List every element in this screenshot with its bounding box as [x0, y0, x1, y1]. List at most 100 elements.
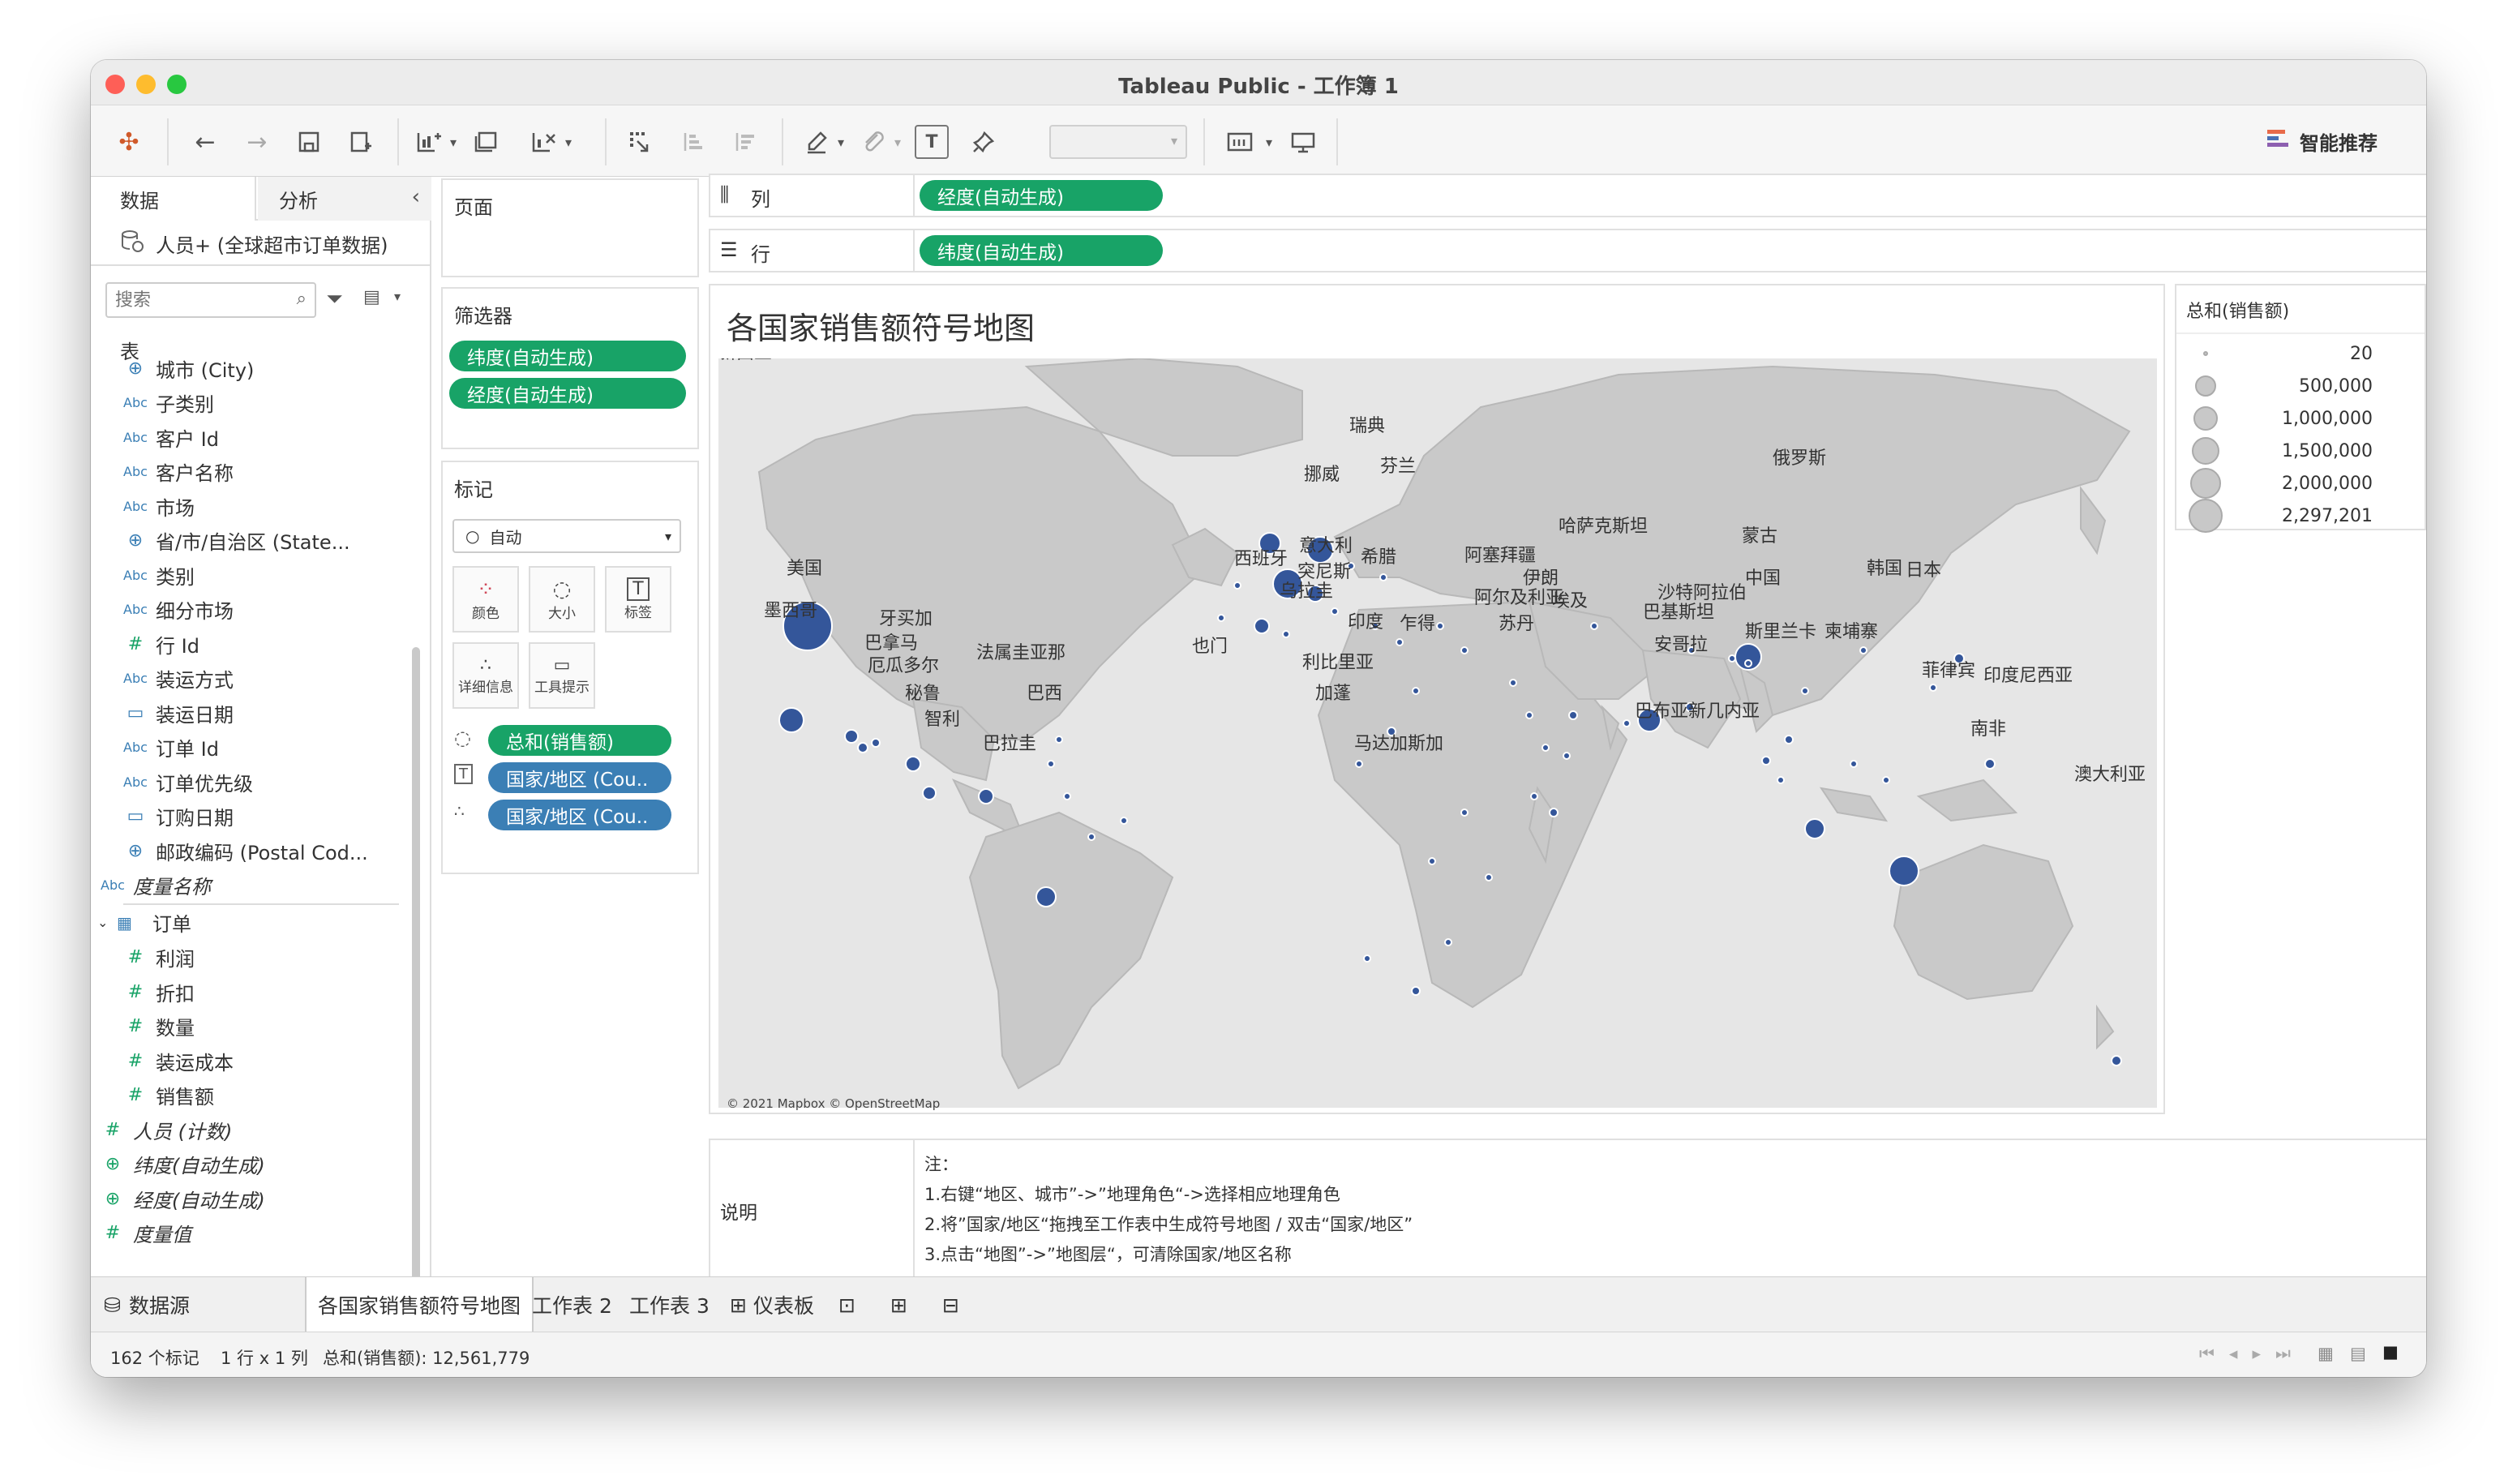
country-mark[interactable]	[1623, 719, 1631, 727]
country-mark[interactable]	[1233, 581, 1241, 590]
tab-sheet-2[interactable]: 工作表 2	[521, 1277, 624, 1332]
country-mark[interactable]	[844, 729, 859, 744]
smart-recommend-button[interactable]: 智能推荐	[2266, 127, 2378, 156]
color-button[interactable]: ⁘ 颜色	[452, 566, 519, 633]
chevron-down-icon[interactable]: ▾	[1252, 125, 1286, 159]
field-item[interactable]: ▭ 订购日期	[115, 800, 234, 833]
tab-datasource[interactable]: ⛁ 数据源	[99, 1277, 302, 1332]
country-mark[interactable]	[1590, 622, 1598, 630]
undo-icon[interactable]: ←	[188, 125, 222, 159]
pin-icon[interactable]	[967, 125, 1001, 159]
country-mark[interactable]	[1087, 833, 1096, 841]
tab-analysis[interactable]: 分析	[258, 177, 431, 221]
country-mark[interactable]	[1363, 954, 1371, 963]
chevron-down-icon[interactable]: ▾	[394, 289, 401, 304]
country-mark[interactable]	[1744, 659, 1752, 667]
new-story-tab-icon[interactable]: ⊟	[931, 1277, 971, 1332]
swap-rows-columns-icon[interactable]	[623, 125, 657, 159]
country-mark[interactable]	[1784, 735, 1794, 744]
field-item[interactable]: # 度量值	[92, 1217, 191, 1250]
save-icon[interactable]	[292, 125, 326, 159]
tableau-logo-icon[interactable]: ✣	[112, 125, 146, 159]
country-mark[interactable]	[1282, 630, 1290, 638]
view-list-icon[interactable]: ▤	[363, 287, 380, 307]
datasource-item[interactable]: 人员+ (全球超市订单数据)	[120, 229, 388, 258]
share-icon[interactable]	[1286, 125, 1320, 159]
show-sheets-grid-icon[interactable]: ▦	[2318, 1344, 2334, 1363]
filmstrip-icon[interactable]: ▤	[2350, 1344, 2366, 1363]
field-item[interactable]: ⊕ 城市 (City)	[115, 352, 255, 384]
filter-pill-latitude[interactable]: 纬度(自动生成)	[449, 341, 686, 371]
field-item[interactable]: # 数量	[115, 1010, 195, 1043]
legend-item[interactable]: 500,000	[2185, 370, 2420, 402]
field-item[interactable]: Abc 子类别	[115, 387, 214, 419]
new-dashboard-tab-icon[interactable]: ⊞	[879, 1277, 919, 1332]
country-mark[interactable]	[1444, 938, 1452, 946]
duplicate-sheet-icon[interactable]	[469, 125, 503, 159]
field-item[interactable]: Abc 客户 Id	[115, 421, 219, 453]
field-item[interactable]: # 人员 (计数)	[92, 1113, 233, 1146]
chevron-down-icon[interactable]: ▾	[881, 125, 915, 159]
country-mark[interactable]	[1882, 776, 1890, 784]
size-pill[interactable]: 总和(销售额)	[488, 725, 671, 756]
country-mark[interactable]	[1801, 687, 1809, 695]
rows-shelf[interactable]: ☰ 行 纬度(自动生成)	[709, 229, 2426, 272]
sheet-navigation-icon[interactable]: ⏮◂▸⏭	[2199, 1344, 2305, 1364]
country-mark[interactable]	[905, 756, 921, 772]
label-button[interactable]: T 标签	[605, 566, 671, 633]
pages-card[interactable]: 页面	[441, 178, 699, 277]
country-mark[interactable]	[1525, 711, 1533, 719]
country-mark[interactable]	[1460, 646, 1469, 654]
filter-icon[interactable]: ⏷	[326, 287, 343, 312]
field-item[interactable]: Abc 订单 Id	[115, 731, 219, 764]
country-mark[interactable]	[978, 788, 994, 804]
country-mark[interactable]	[1396, 638, 1404, 646]
show-tabs-icon[interactable]: ■	[2382, 1342, 2399, 1362]
country-mark[interactable]	[871, 738, 881, 748]
field-item[interactable]: Abc 类别	[115, 559, 195, 591]
country-mark[interactable]	[1530, 792, 1538, 800]
field-item[interactable]: Abc 装运方式	[115, 663, 234, 695]
country-mark[interactable]	[1728, 654, 1736, 663]
country-mark[interactable]	[1485, 873, 1493, 881]
sort-ascending-icon[interactable]	[676, 125, 710, 159]
search-field[interactable]: ⌕	[105, 282, 316, 318]
country-mark[interactable]	[1889, 856, 1919, 886]
country-mark[interactable]	[1412, 687, 1420, 695]
field-item[interactable]: ⊕ 纬度(自动生成)	[92, 1148, 265, 1181]
legend-item[interactable]: 2,297,201	[2185, 499, 2420, 533]
legend-item[interactable]: 20	[2185, 337, 2420, 370]
field-item[interactable]: # 利润	[115, 941, 195, 974]
filters-card[interactable]: 筛选器 纬度(自动生成) 经度(自动生成)	[441, 287, 699, 449]
country-mark[interactable]	[1509, 679, 1517, 687]
field-item[interactable]: Abc 细分市场	[115, 594, 234, 626]
tooltip-button[interactable]: ▭ 工具提示	[529, 642, 595, 709]
country-mark[interactable]	[1428, 857, 1436, 865]
rows-pill[interactable]: 纬度(自动生成)	[920, 235, 1163, 266]
country-mark[interactable]	[1568, 710, 1578, 720]
field-item[interactable]: ⊕ 邮政编码 (Postal Cod...	[115, 834, 368, 867]
field-item[interactable]: # 折扣	[115, 976, 195, 1008]
scrollbar[interactable]	[412, 647, 420, 1345]
legend-item[interactable]: 1,500,000	[2185, 435, 2420, 467]
field-item[interactable]: Abc 市场	[115, 490, 195, 522]
country-mark[interactable]	[1850, 760, 1858, 768]
field-item[interactable]: ⊕ 经度(自动生成)	[92, 1182, 265, 1215]
field-item[interactable]: # 行 Id	[115, 628, 199, 660]
country-mark[interactable]	[1804, 818, 1825, 839]
legend-item[interactable]: 1,000,000	[2185, 402, 2420, 435]
tab-sheet-1[interactable]: 各国家销售额符号地图	[305, 1277, 534, 1332]
search-input[interactable]	[115, 289, 277, 311]
filter-pill-longitude[interactable]: 经度(自动生成)	[449, 378, 686, 409]
country-mark[interactable]	[1411, 986, 1421, 996]
field-item[interactable]: Abc 度量名称	[92, 869, 211, 902]
fit-dropdown[interactable]: ▾	[1049, 125, 1187, 159]
country-mark[interactable]	[857, 742, 868, 753]
country-mark[interactable]	[1355, 760, 1363, 768]
field-item[interactable]: # 销售额	[115, 1079, 214, 1112]
detail-button[interactable]: ∴ 详细信息	[452, 642, 519, 709]
country-mark[interactable]	[1563, 752, 1571, 760]
tab-data[interactable]: 数据	[91, 177, 256, 221]
country-mark[interactable]	[1063, 792, 1071, 800]
field-item[interactable]: Abc 客户名称	[115, 456, 234, 488]
